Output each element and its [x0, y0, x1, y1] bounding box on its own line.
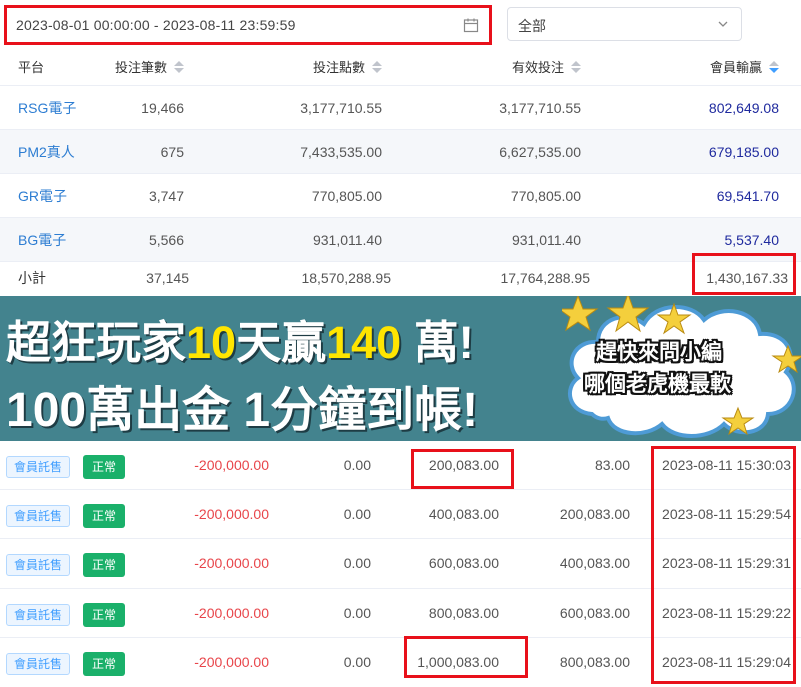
amount: -200,000.00 [194, 555, 269, 572]
star-icon [557, 296, 599, 332]
platform-select[interactable]: 全部 [507, 7, 742, 41]
status-badge: 正常 [83, 651, 126, 676]
balance-before: 400,083.00 [428, 506, 499, 523]
valid-bet: 6,627,535.00 [499, 143, 581, 160]
member-win-loss: 679,185.00 [708, 143, 779, 160]
table-row: GR電子 3,747 770,805.00 770,805.00 69,541.… [0, 174, 801, 218]
bet-points: 7,433,535.00 [300, 143, 382, 160]
subtotal-bet-points: 18,570,288.95 [301, 270, 391, 286]
type-tag: 會員託售 [6, 652, 71, 675]
amount: -200,000.00 [194, 654, 269, 671]
timestamp: 2023-08-11 15:29:04 [662, 654, 791, 671]
timestamp: 2023-08-11 15:29:31 [662, 555, 791, 572]
table-row: 會員託售 正常 -200,000.00 0.00 600,083.00 400,… [0, 539, 801, 589]
bet-points: 770,805.00 [311, 187, 382, 204]
date-range-picker[interactable]: 2023-08-01 00:00:00 - 2023-08-11 23:59:5… [4, 5, 492, 45]
table-header: 平台 投注筆數 投注點數 有效投注 會員輸贏 [0, 48, 801, 86]
chevron-down-icon [718, 21, 728, 27]
type-tag: 會員託售 [6, 603, 71, 626]
timestamp: 2023-08-11 15:29:54 [662, 506, 791, 523]
fee: 0.00 [343, 555, 371, 572]
status-badge: 正常 [83, 553, 126, 578]
filter-bar: 2023-08-01 00:00:00 - 2023-08-11 23:59:5… [0, 0, 801, 48]
bet-count: 675 [160, 143, 184, 160]
fee: 0.00 [343, 506, 371, 523]
balance-before: 600,083.00 [428, 555, 499, 572]
member-win-loss: 69,541.70 [716, 187, 779, 204]
bet-count: 19,466 [141, 99, 184, 116]
balance-after: 200,083.00 [559, 506, 630, 523]
timestamp: 2023-08-11 15:30:03 [662, 457, 791, 474]
table-row: RSG電子 19,466 3,177,710.55 3,177,710.55 8… [0, 86, 801, 130]
member-win-loss: 802,649.08 [708, 99, 779, 116]
platform-select-value: 全部 [518, 18, 546, 34]
sort-icon[interactable] [174, 60, 184, 74]
platform-link[interactable]: GR電子 [18, 174, 67, 217]
cloud-text-line1: 趕快來問小編 [596, 341, 722, 364]
table-row: 會員託售 正常 -200,000.00 0.00 200,083.00 83.0… [0, 441, 801, 491]
platform-summary-table: 平台 投注筆數 投注點數 有效投注 會員輸贏 RSG電子 19,466 3,17… [0, 48, 801, 310]
header-platform: 平台 [18, 60, 45, 75]
calendar-icon [463, 18, 479, 33]
fee: 0.00 [343, 604, 371, 621]
balance-before: 1,000,083.00 [417, 654, 499, 671]
bet-count: 3,747 [148, 187, 184, 204]
timestamp: 2023-08-11 15:29:22 [662, 604, 791, 621]
table-row: BG電子 5,566 931,011.40 931,011.40 5,537.4… [0, 218, 801, 262]
status-badge: 正常 [83, 602, 126, 627]
balance-after: 600,083.00 [559, 604, 630, 621]
header-bet-points[interactable]: 投注點數 [313, 48, 382, 85]
type-tag: 會員託售 [6, 505, 71, 528]
status-badge: 正常 [83, 455, 126, 479]
platform-link[interactable]: PM2真人 [18, 130, 75, 173]
amount: -200,000.00 [194, 457, 269, 474]
header-valid-bet[interactable]: 有效投注 [512, 48, 581, 85]
bet-points: 3,177,710.55 [300, 99, 382, 116]
cloud-callout: 趕快來問小編 哪個老虎機最軟 [557, 296, 801, 441]
sort-icon[interactable] [372, 60, 382, 74]
subtotal-label: 小計 [18, 270, 46, 286]
subtotal-bet-count: 37,145 [146, 270, 189, 286]
transaction-list: 會員託售 正常 -200,000.00 0.00 200,083.00 83.0… [0, 441, 801, 687]
header-bet-count[interactable]: 投注筆數 [115, 48, 184, 85]
sort-icon[interactable] [571, 60, 581, 74]
highlight-box [692, 253, 796, 295]
table-row: 會員託售 正常 -200,000.00 0.00 400,083.00 200,… [0, 490, 801, 540]
status-badge: 正常 [83, 504, 126, 529]
balance-before: 200,083.00 [428, 457, 499, 474]
valid-bet: 770,805.00 [510, 187, 581, 204]
date-range-value: 2023-08-01 00:00:00 - 2023-08-11 23:59:5… [16, 17, 296, 33]
valid-bet: 3,177,710.55 [499, 99, 581, 116]
header-member-win-loss[interactable]: 會員輸贏 [710, 48, 779, 85]
cloud-text-line2: 哪個老虎機最軟 [584, 373, 731, 396]
balance-before: 800,083.00 [428, 604, 499, 621]
table-row: 會員託售 正常 -200,000.00 0.00 1,000,083.00 80… [0, 638, 801, 687]
sort-icon[interactable] [769, 60, 779, 74]
promo-headline: 超狂玩家10天贏140 萬! [6, 317, 474, 368]
promo-subheadline: 100萬出金 1分鐘到帳! [6, 384, 479, 437]
balance-after: 800,083.00 [559, 654, 630, 671]
type-tag: 會員託售 [6, 456, 71, 478]
fee: 0.00 [343, 457, 371, 474]
amount: -200,000.00 [194, 506, 269, 523]
subtotal-valid-bet: 17,764,288.95 [500, 270, 590, 286]
balance-after: 400,083.00 [559, 555, 630, 572]
table-row: PM2真人 675 7,433,535.00 6,627,535.00 679,… [0, 130, 801, 174]
balance-after: 83.00 [594, 457, 630, 474]
table-row: 會員託售 正常 -200,000.00 0.00 800,083.00 600,… [0, 589, 801, 638]
type-tag: 會員託售 [6, 554, 71, 577]
fee: 0.00 [343, 654, 371, 671]
amount: -200,000.00 [194, 604, 269, 621]
promo-banner: 超狂玩家10天贏140 萬! 100萬出金 1分鐘到帳! 趕快來問小編 哪個老虎… [0, 296, 801, 441]
platform-link[interactable]: RSG電子 [18, 86, 76, 129]
